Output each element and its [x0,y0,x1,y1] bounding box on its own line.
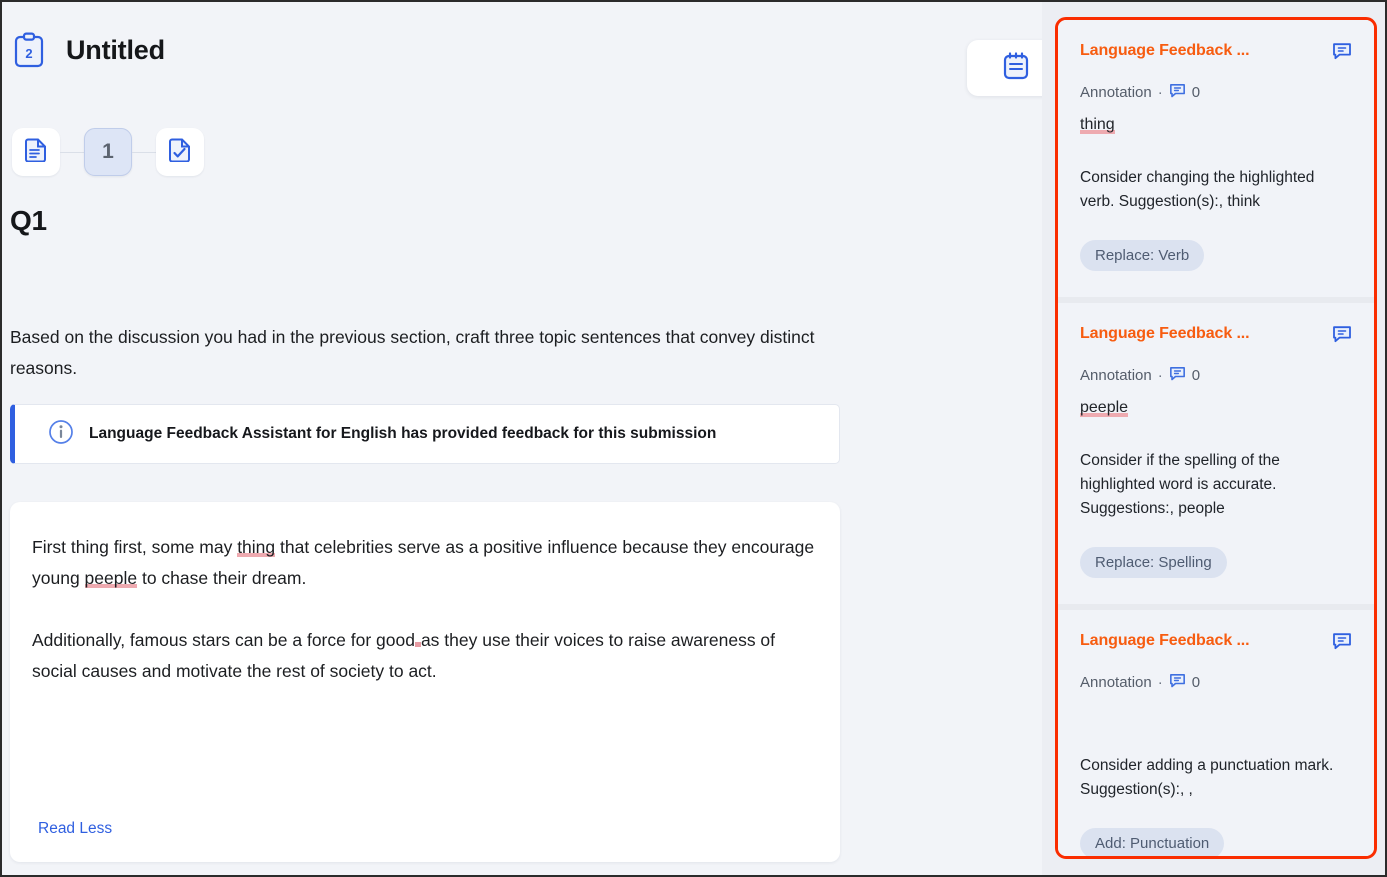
card-title: Language Feedback ... [1080,325,1250,342]
notebook-toggle-button[interactable] [967,40,1042,96]
document-header: 2 Untitled [12,32,165,68]
card-type-label: Annotation [1080,84,1152,101]
card-title: Language Feedback ... [1080,42,1250,59]
svg-text:2: 2 [25,46,32,61]
status-badge[interactable]: Replace: Spelling [1080,547,1227,578]
speech-bubble-icon[interactable] [1332,42,1352,65]
status-badge[interactable]: Add: Punctuation [1080,828,1225,856]
highlighted-word-slot [1080,706,1352,728]
clipboard-icon: 2 [12,32,46,68]
error-highlight-peeple[interactable]: peeple [84,568,138,588]
document-lines-icon [24,137,48,167]
step-connector [60,151,84,153]
comment-count: 0 [1191,84,1201,101]
card-header: Language Feedback ... [1080,325,1352,348]
meta-separator: · [1157,674,1163,691]
read-less-link[interactable]: Read Less [38,820,112,838]
card-type-label: Annotation [1080,674,1152,691]
comment-icon [1169,83,1186,102]
feedback-sidebar-region: Language Feedback ... Annotation · 0 thi… [1042,2,1385,875]
feedback-banner: Language Feedback Assistant for English … [10,404,840,464]
highlighted-word-slot: thing [1080,116,1352,140]
app-window: 2 Untitled 1 Q1 Based on the discussion … [0,0,1387,877]
question-title: Q1 [10,205,47,236]
feedback-sidebar: Language Feedback ... Annotation · 0 thi… [1055,17,1377,859]
paragraph1-pre: First thing first, some may [32,537,238,557]
card-meta: Annotation · 0 [1080,673,1352,692]
submission-card: First thing first, some may thing that c… [10,502,840,862]
page-title: Untitled [66,34,165,65]
card-meta: Annotation · 0 [1080,83,1352,102]
list-item[interactable]: Language Feedback ... Annotation · [1058,303,1374,604]
card-body-text: Consider changing the highlighted verb. … [1080,169,1315,210]
banner-text: Language Feedback Assistant for English … [89,425,717,442]
main-content-area: 2 Untitled 1 Q1 Based on the discussion … [2,2,1042,875]
highlighted-word: peeple [1080,399,1129,416]
error-highlight-thing[interactable]: thing [237,537,276,557]
speech-bubble-icon[interactable] [1332,632,1352,655]
sidebar-item-document-step[interactable] [12,128,60,176]
paragraph1-post2: to chase their dream. [137,568,307,588]
comment-count: 0 [1191,674,1201,691]
sidebar-item-question-step[interactable]: 1 [84,128,132,176]
card-meta: Annotation · 0 [1080,366,1352,385]
sidebar-item-review-step[interactable] [156,128,204,176]
card-title: Language Feedback ... [1080,632,1250,649]
list-item[interactable]: Language Feedback ... Annotation · [1058,610,1374,856]
meta-separator: · [1157,367,1163,384]
status-badge[interactable]: Replace: Verb [1080,240,1205,271]
document-check-icon [168,137,192,167]
info-icon [48,419,74,450]
notebook-icon [1002,51,1030,86]
step-breadcrumb: 1 [12,128,204,176]
speech-bubble-icon[interactable] [1332,325,1352,348]
list-item[interactable]: Language Feedback ... Annotation · [1058,20,1374,297]
highlighted-word-slot: peeple [1080,399,1352,423]
question-prompt: Based on the discussion you had in the p… [10,327,815,378]
comment-icon [1169,366,1186,385]
highlighted-word: thing [1080,116,1115,133]
card-body-text: Consider if the spelling of the highligh… [1080,452,1280,517]
card-body-text: Consider adding a punctuation mark. Sugg… [1080,757,1334,798]
meta-separator: · [1157,84,1163,101]
submission-paragraph-1: First thing first, some may thing that c… [32,532,818,594]
comment-count: 0 [1191,367,1201,384]
card-type-label: Annotation [1080,367,1152,384]
step-connector [132,151,156,153]
paragraph2-pre: Additionally, famous stars can be a forc… [32,630,415,650]
comment-icon [1169,673,1186,692]
card-header: Language Feedback ... [1080,42,1352,65]
step-number-label: 1 [102,140,114,163]
card-header: Language Feedback ... [1080,632,1352,655]
submission-paragraph-2: Additionally, famous stars can be a forc… [32,625,818,687]
